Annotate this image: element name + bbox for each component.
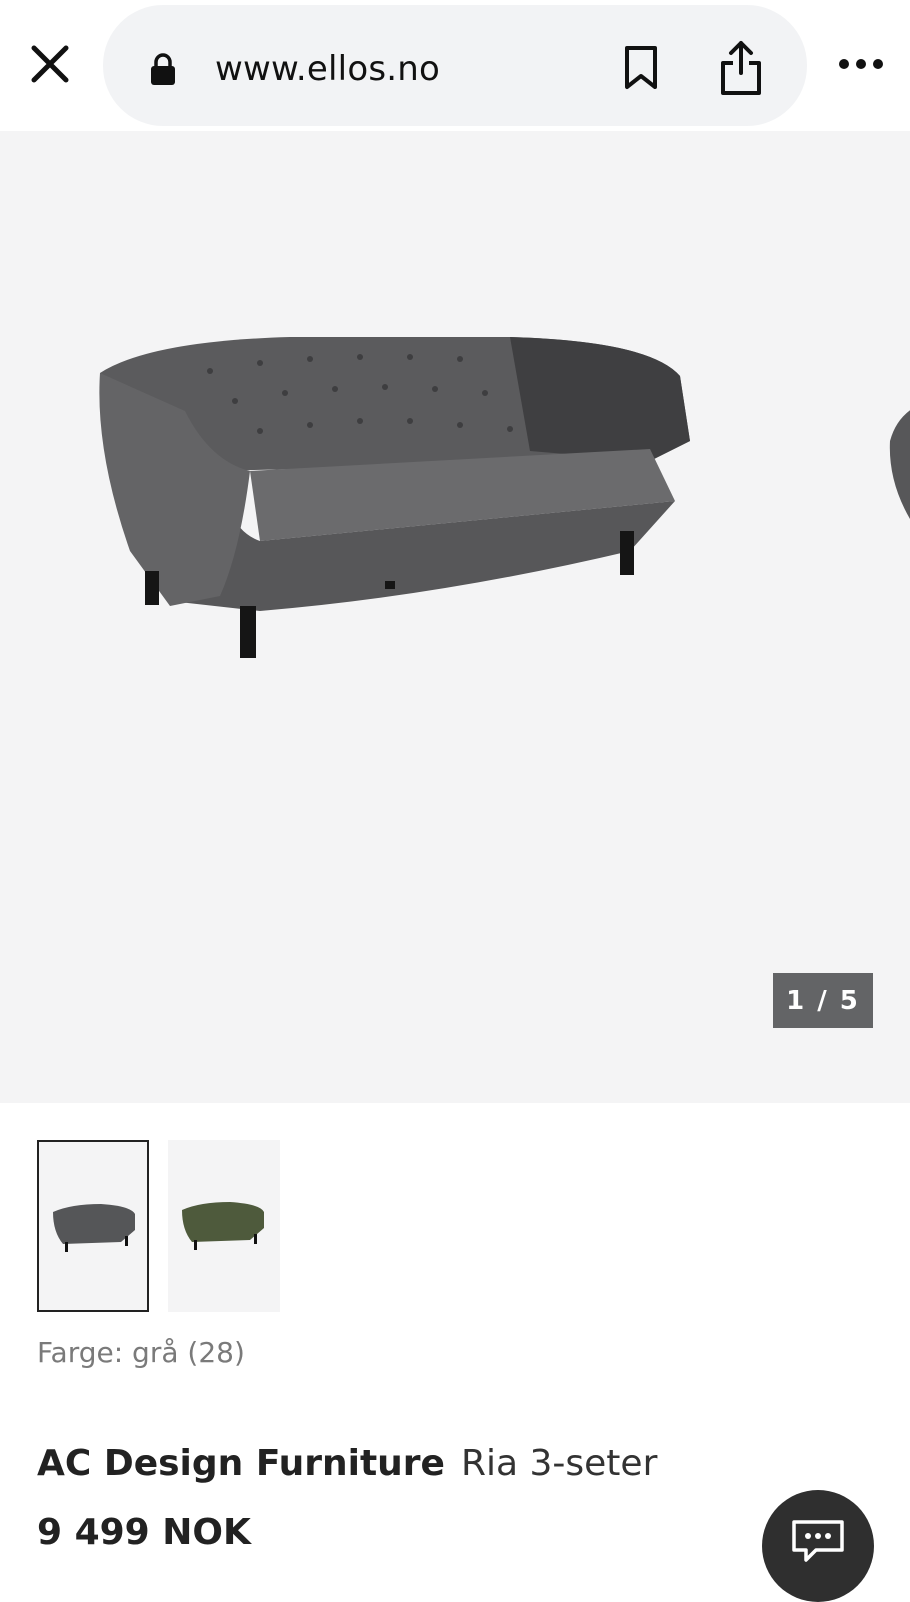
product-image-sofa (99, 337, 690, 658)
share-icon[interactable] (719, 39, 763, 97)
lock-icon (151, 53, 175, 85)
chat-button[interactable] (762, 1490, 874, 1602)
image-counter: 1 / 5 (773, 973, 873, 1028)
product-title: AC Design Furniture Ria 3-seter (37, 1440, 657, 1488)
close-icon[interactable] (26, 40, 74, 88)
more-icon[interactable] (836, 48, 886, 80)
thumbnail-sofa-grey (53, 1204, 135, 1252)
browser-toolbar: www.ellos.no (0, 0, 910, 131)
bookmark-icon[interactable] (623, 45, 659, 91)
model-name: Ria 3-seter (460, 1443, 658, 1484)
brand-name[interactable]: AC Design Furniture (37, 1443, 445, 1484)
color-label: Farge: grå (28) (37, 1336, 245, 1369)
address-bar[interactable]: www.ellos.no (103, 5, 807, 126)
thumbnail-grey[interactable] (37, 1140, 149, 1312)
product-image-gallery[interactable]: 1 / 5 (0, 131, 910, 1103)
chat-icon (792, 1520, 844, 1562)
thumbnail-green[interactable] (168, 1140, 280, 1312)
thumbnail-sofa-green (182, 1202, 264, 1250)
url-text: www.ellos.no (215, 49, 440, 89)
next-image-peek (889, 410, 910, 519)
product-price: 9 499 NOK (37, 1512, 251, 1553)
